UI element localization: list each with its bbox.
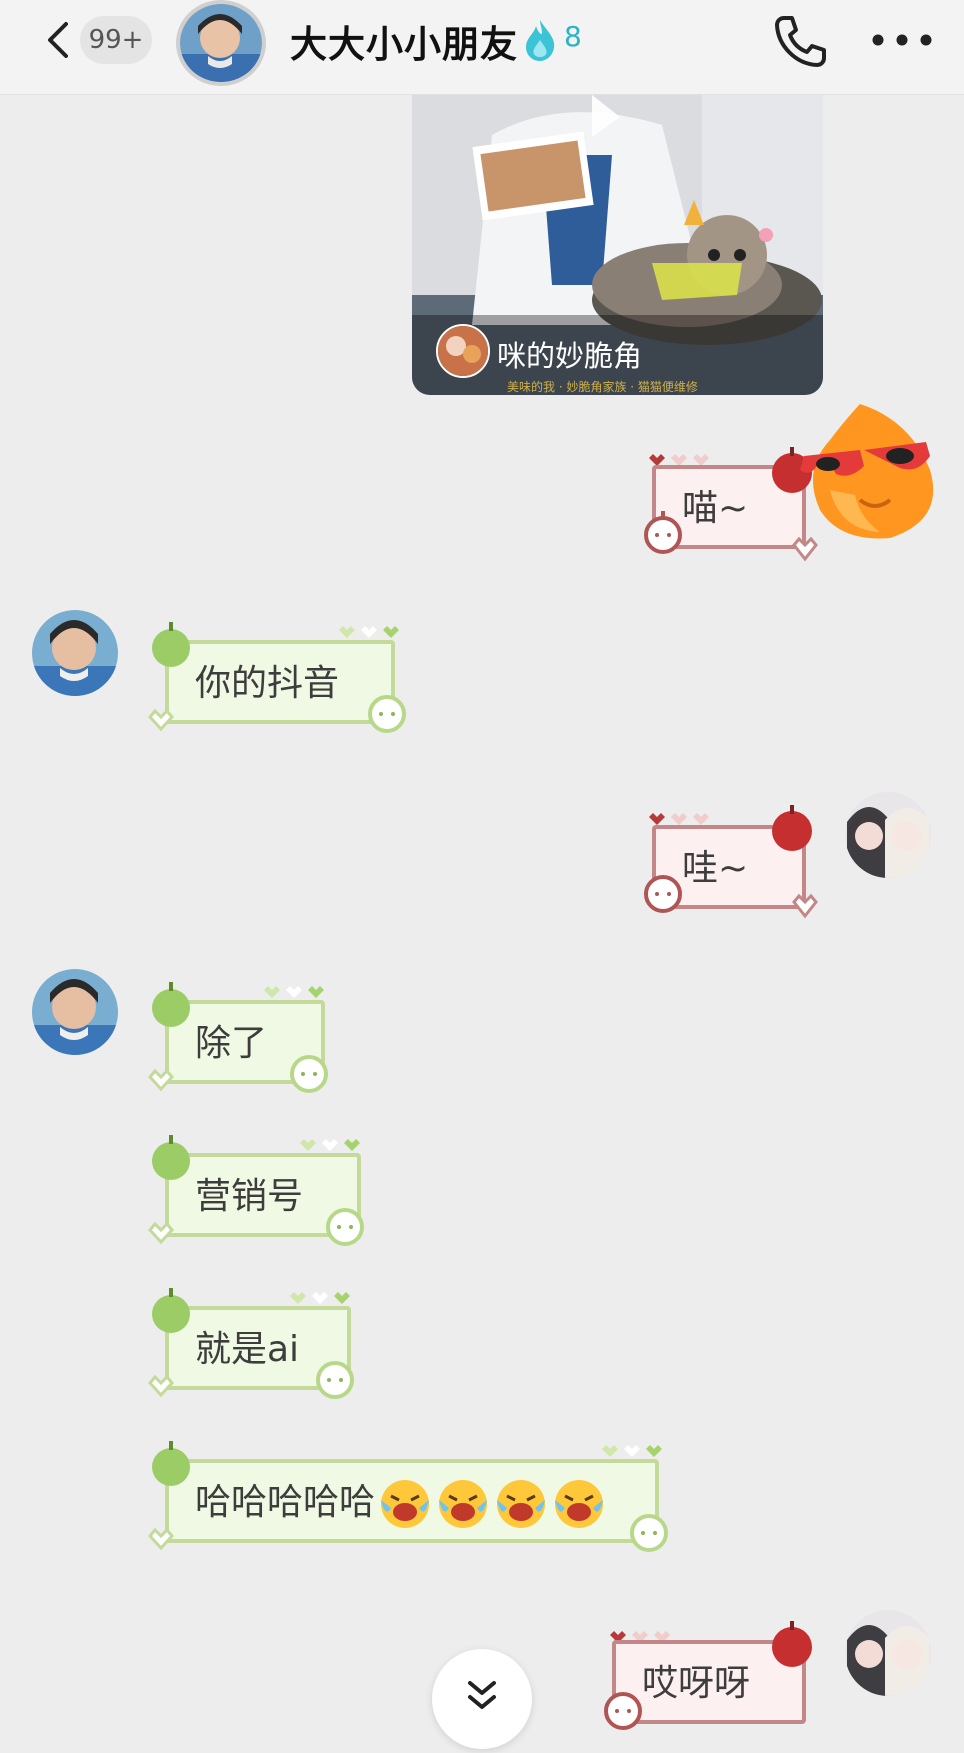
apple-icon	[772, 805, 812, 851]
heart-icon	[148, 1221, 174, 1245]
scroll-to-bottom-button[interactable]	[432, 1649, 532, 1749]
chat-header: 99+ 大大小小朋友 8	[0, 0, 964, 95]
contact-avatar[interactable]	[176, 0, 266, 86]
unread-badge[interactable]: 99+	[80, 16, 152, 64]
heart-icon	[148, 1527, 174, 1551]
creator-avatar[interactable]	[436, 324, 490, 378]
apple-icon	[772, 1621, 812, 1667]
apple-icon	[152, 1288, 190, 1333]
heart-icon	[300, 1139, 360, 1151]
apple-icon	[152, 982, 190, 1027]
heart-icon	[290, 1292, 350, 1304]
my-avatar[interactable]	[845, 1610, 931, 1696]
heart-icon	[792, 893, 818, 919]
heart-icon	[148, 708, 174, 732]
chat-title: 大大小小朋友	[290, 23, 518, 66]
message-text: 哈哈哈哈哈	[195, 1482, 376, 1523]
video-caption: 咪的妙脆角	[497, 339, 643, 373]
shared-video-card[interactable]: 咪的妙脆角 美味的我 · 妙脆角家族 · 猫猫便维修	[412, 95, 823, 395]
message-list[interactable]: 咪的妙脆角 美味的我 · 妙脆角家族 · 猫猫便维修 喵~ 你的抖音 哇~ 除了…	[0, 95, 964, 1742]
mascot-sticker	[800, 404, 934, 539]
apple-icon	[644, 511, 682, 554]
contact-avatar[interactable]	[32, 969, 118, 1055]
apple-icon	[152, 1441, 190, 1486]
laugh-cry-emoji	[381, 1480, 604, 1528]
heart-icon	[148, 1374, 174, 1398]
heart-icon	[264, 986, 324, 998]
heart-icon	[339, 626, 399, 638]
apple-icon	[368, 695, 406, 733]
contact-avatar[interactable]	[32, 610, 118, 696]
apple-icon	[604, 1692, 642, 1730]
streak-count: 8	[564, 20, 582, 53]
chevron-down-icon	[468, 1681, 496, 1709]
apple-icon	[644, 875, 682, 913]
back-icon[interactable]	[40, 18, 80, 62]
apple-icon	[630, 1514, 668, 1552]
apple-icon	[152, 1135, 190, 1180]
heart-icon	[148, 1068, 174, 1092]
video-subcaption: 美味的我 · 妙脆角家族 · 猫猫便维修	[507, 380, 698, 394]
more-icon[interactable]	[868, 22, 936, 58]
apple-icon	[316, 1361, 354, 1399]
phone-icon[interactable]	[770, 12, 830, 72]
heart-icon	[602, 1445, 662, 1457]
message-bubble-left[interactable]: 你的抖音	[165, 640, 395, 724]
apple-icon	[290, 1055, 328, 1093]
apple-icon	[326, 1208, 364, 1246]
my-avatar[interactable]	[845, 792, 931, 878]
flame-icon	[526, 20, 555, 61]
apple-icon	[152, 622, 190, 667]
message-bubble-left[interactable]: 哈哈哈哈哈	[165, 1459, 659, 1543]
